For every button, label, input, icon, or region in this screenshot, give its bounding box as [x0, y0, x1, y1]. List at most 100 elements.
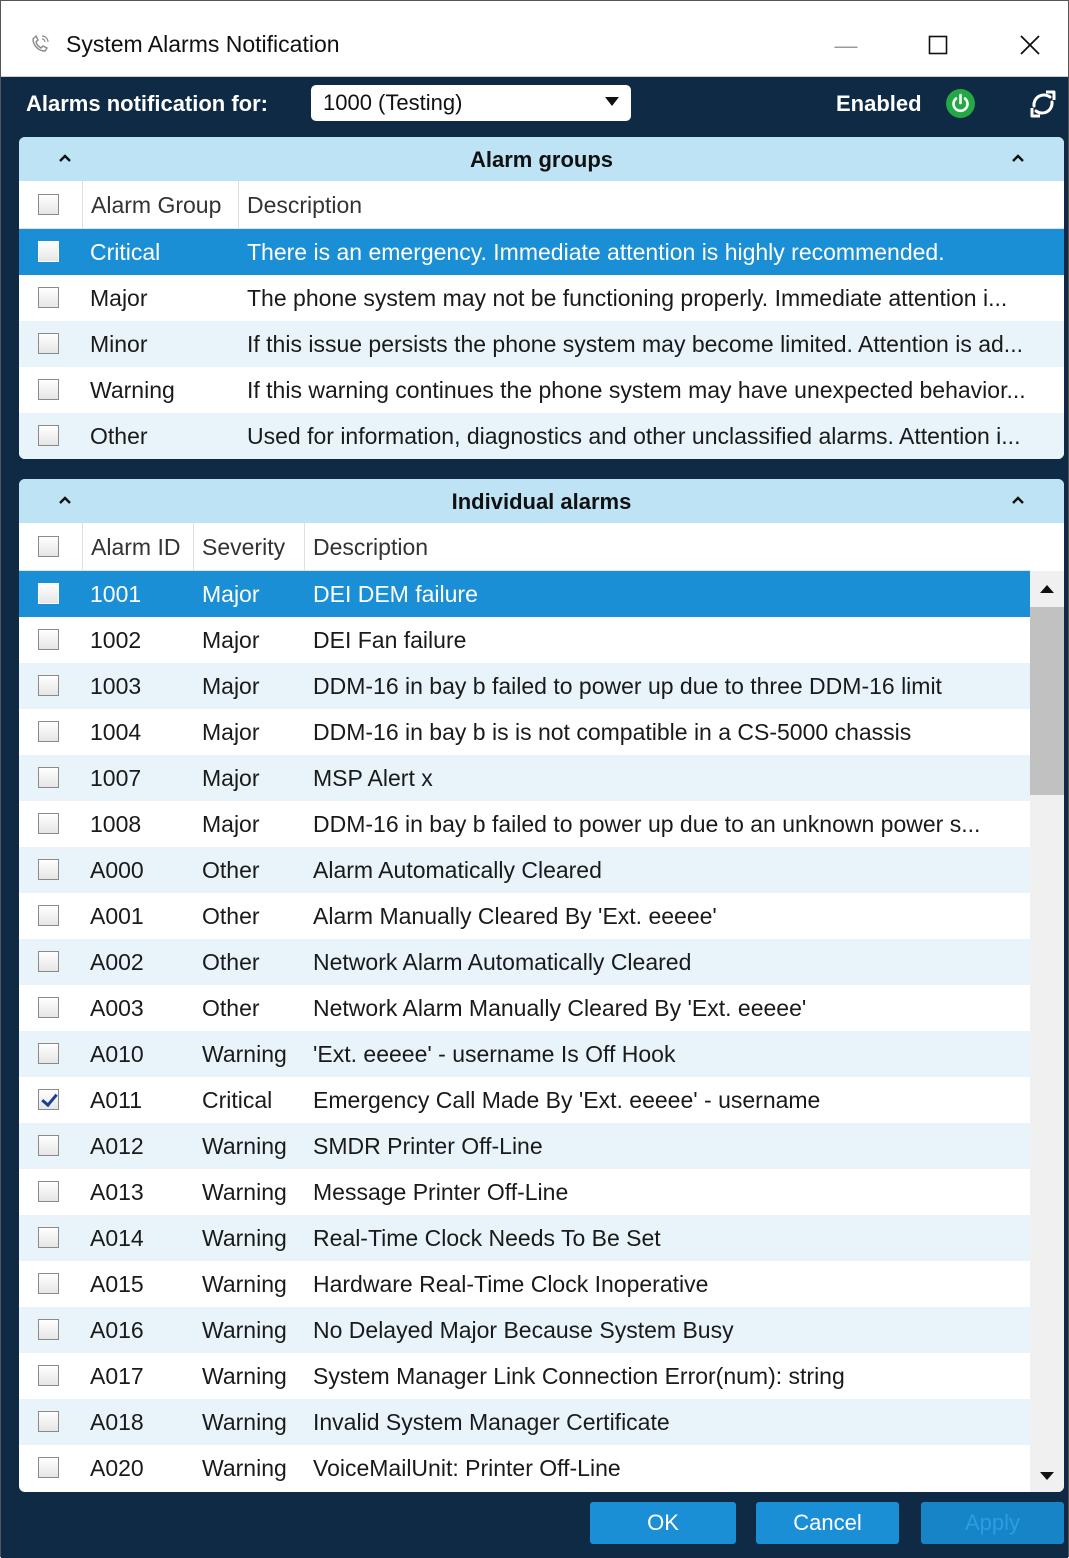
row-checkbox[interactable] — [38, 997, 59, 1018]
column-alarm-group[interactable]: Alarm Group — [82, 181, 234, 229]
alarm-severity: Warning — [202, 1455, 287, 1481]
power-icon[interactable] — [946, 89, 975, 118]
alarm-id: A011 — [90, 1087, 143, 1113]
refresh-icon[interactable] — [1027, 88, 1059, 120]
individual-alarms-column-header: Alarm ID Severity Description — [19, 523, 1030, 571]
alarm-severity: Major — [202, 765, 260, 791]
alarm-group-name: Minor — [90, 331, 148, 357]
alarm-row[interactable]: A018 Warning Invalid System Manager Certif… — [19, 1399, 1030, 1445]
alarm-row[interactable]: A017 Warning System Manager Link Connectio… — [19, 1353, 1030, 1399]
alarm-description: System Manager Link Connection Error(num… — [313, 1363, 845, 1389]
select-all-groups-checkbox[interactable] — [38, 194, 59, 215]
alarm-group-row[interactable]: Warning If this warning continues the pho… — [19, 367, 1064, 413]
title-bar: System Alarms Notification — — [1, 1, 1068, 77]
alarm-row[interactable]: 1002 Major DEI Fan failure — [19, 617, 1030, 663]
dropdown-caret-icon — [605, 97, 619, 106]
close-button[interactable] — [1007, 25, 1053, 65]
row-checkbox[interactable] — [38, 1089, 59, 1110]
alarm-row[interactable]: A013 Warning Message Printer Off-Line — [19, 1169, 1030, 1215]
row-checkbox[interactable] — [38, 583, 59, 604]
row-checkbox[interactable] — [38, 1319, 59, 1340]
alarm-groups-title: Alarm groups — [469, 147, 614, 172]
alarm-row[interactable]: 1004 Major DDM-16 in bay b is is not compa… — [19, 709, 1030, 755]
alarm-row[interactable]: A003 Other Network Alarm Manually Cleared … — [19, 985, 1030, 1031]
window-title: System Alarms Notification — [66, 31, 340, 57]
alarm-group-row[interactable]: Critical There is an emergency. Immediate… — [19, 229, 1064, 275]
alarm-row[interactable]: 1003 Major DDM-16 in bay b failed to power… — [19, 663, 1030, 709]
dialog-window: System Alarms Notification — Alarms noti… — [0, 0, 1069, 1558]
alarm-row[interactable]: 1001 Major DEI DEM failure — [19, 571, 1030, 617]
column-severity[interactable]: Severity — [193, 523, 301, 571]
row-checkbox[interactable] — [38, 1043, 59, 1064]
individual-alarms-panel: Individual alarms Alarm ID Severity Desc… — [19, 479, 1064, 1492]
alarm-row[interactable]: A015 Warning Hardware Real-Time Clock Inop… — [19, 1261, 1030, 1307]
collapse-right-icon[interactable] — [1010, 150, 1026, 166]
alarm-id: 1001 — [90, 581, 142, 607]
alarm-group-row[interactable]: Other Used for information, diagnostics a… — [19, 413, 1064, 459]
row-checkbox[interactable] — [38, 1181, 59, 1202]
alarm-severity: Warning — [202, 1179, 287, 1205]
column-alarm-description[interactable]: Description — [304, 523, 1030, 571]
row-checkbox[interactable] — [38, 1411, 59, 1432]
alarm-row[interactable]: A001 Other Alarm Manually Cleared By 'Ext.… — [19, 893, 1030, 939]
vertical-scrollbar[interactable] — [1030, 571, 1064, 1492]
row-checkbox[interactable] — [38, 1457, 59, 1478]
row-checkbox[interactable] — [38, 813, 59, 834]
alarm-severity: Major — [202, 719, 260, 745]
apply-button[interactable]: Apply — [921, 1502, 1064, 1544]
alarm-severity: Warning — [202, 1041, 287, 1067]
row-checkbox[interactable] — [38, 629, 59, 650]
alarm-row[interactable]: A012 Warning SMDR Printer Off-Line — [19, 1123, 1030, 1169]
row-checkbox[interactable] — [38, 1227, 59, 1248]
scrollbar-thumb[interactable] — [1030, 607, 1064, 795]
alarm-group-row[interactable]: Minor If this issue persists the phone sy… — [19, 321, 1064, 367]
row-checkbox[interactable] — [38, 1365, 59, 1386]
alarm-id: A016 — [90, 1317, 144, 1343]
alarm-id: A020 — [90, 1455, 144, 1481]
alarm-row[interactable]: A011 Critical Emergency Call Made By 'Ext.… — [19, 1077, 1030, 1123]
select-all-alarms-checkbox[interactable] — [38, 536, 59, 557]
cancel-button[interactable]: Cancel — [756, 1502, 899, 1544]
alarm-row[interactable]: A002 Other Network Alarm Automatically Cle… — [19, 939, 1030, 985]
alarm-group-name: Warning — [90, 377, 175, 403]
ok-button[interactable]: OK — [590, 1502, 736, 1544]
row-checkbox[interactable] — [38, 379, 59, 400]
row-checkbox[interactable] — [38, 241, 59, 262]
scroll-up-arrow-icon[interactable] — [1040, 585, 1054, 593]
system-select[interactable]: 1000 (Testing) — [311, 85, 631, 121]
alarm-row[interactable]: A020 Warning VoiceMailUnit: Printer Off-Li… — [19, 1445, 1030, 1491]
row-checkbox[interactable] — [38, 425, 59, 446]
maximize-button[interactable] — [915, 25, 961, 65]
column-alarm-id[interactable]: Alarm ID — [82, 523, 190, 571]
row-checkbox[interactable] — [38, 951, 59, 972]
row-checkbox[interactable] — [38, 1273, 59, 1294]
alarm-description: DDM-16 in bay b failed to power up due t… — [313, 673, 942, 699]
alarm-id: A002 — [90, 949, 144, 975]
alarm-description: Hardware Real-Time Clock Inoperative — [313, 1271, 709, 1297]
row-checkbox[interactable] — [38, 767, 59, 788]
column-description[interactable]: Description — [238, 181, 1064, 229]
alarm-description: Network Alarm Manually Cleared By 'Ext. … — [313, 995, 807, 1021]
row-checkbox[interactable] — [38, 675, 59, 696]
toolbar: Alarms notification for: 1000 (Testing) … — [1, 77, 1068, 133]
row-checkbox[interactable] — [38, 1135, 59, 1156]
maximize-icon — [928, 35, 948, 55]
minimize-icon: — — [834, 31, 858, 58]
alarm-row[interactable]: A016 Warning No Delayed Major Because Syst… — [19, 1307, 1030, 1353]
row-checkbox[interactable] — [38, 905, 59, 926]
alarm-row[interactable]: 1008 Major DDM-16 in bay b failed to power… — [19, 801, 1030, 847]
alarm-description: 'Ext. eeeee' - username Is Off Hook — [313, 1041, 676, 1067]
alarm-row[interactable]: 1007 Major MSP Alert x — [19, 755, 1030, 801]
alarm-row[interactable]: A014 Warning Real-Time Clock Needs To Be S… — [19, 1215, 1030, 1261]
minimize-button[interactable]: — — [823, 25, 869, 65]
alarm-group-row[interactable]: Major The phone system may not be functio… — [19, 275, 1064, 321]
alarm-row[interactable]: A010 Warning 'Ext. eeeee' - username Is Of… — [19, 1031, 1030, 1077]
row-checkbox[interactable] — [38, 721, 59, 742]
row-checkbox[interactable] — [38, 333, 59, 354]
row-checkbox[interactable] — [38, 859, 59, 880]
alarm-row[interactable]: A000 Other Alarm Automatically Cleared — [19, 847, 1030, 893]
row-checkbox[interactable] — [38, 287, 59, 308]
collapse-right-icon[interactable] — [1010, 492, 1026, 508]
alarm-description: DEI Fan failure — [313, 627, 467, 653]
scroll-down-arrow-icon[interactable] — [1040, 1472, 1054, 1480]
